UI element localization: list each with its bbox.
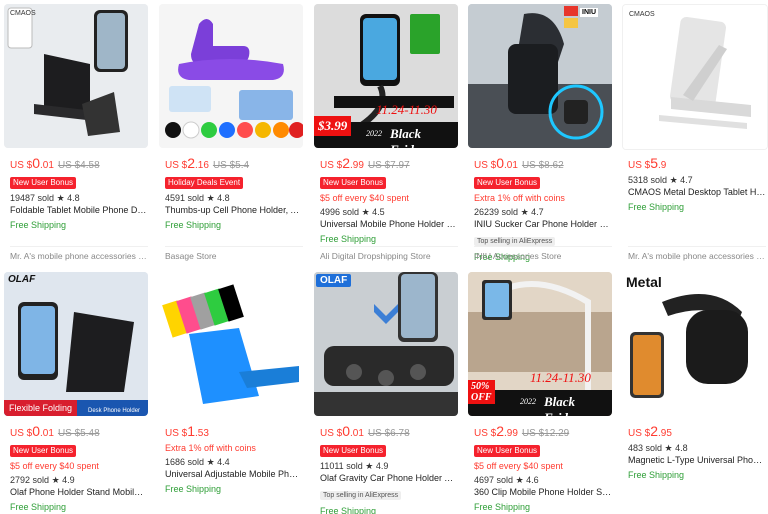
product-card[interactable]: 50%OFF 11.24-11.30 2022 Black Friday US … <box>468 272 616 514</box>
sold-count: 1686 sold ★ 4.4 <box>165 457 230 467</box>
shipping-label: Free Shipping <box>320 506 377 514</box>
star-icon: ★ <box>56 193 65 203</box>
shipping-label: Free Shipping <box>10 220 67 230</box>
product-card[interactable]: OLAF Flexible Folding Desk Phone Holder … <box>4 272 152 514</box>
sold-count: 4591 sold ★ 4.8 <box>165 193 230 203</box>
product-card[interactable]: OLAF US $0.01 US $6.78 New User Bonus 110… <box>314 272 462 514</box>
star-icon: ★ <box>206 193 215 203</box>
product-image[interactable] <box>159 4 303 148</box>
star-icon: ★ <box>515 475 524 485</box>
brand-logo: OLAF <box>316 274 352 287</box>
image-caption: Metal <box>626 274 662 290</box>
product-card[interactable]: US $1.53 Extra 1% off with coins 1686 so… <box>159 272 307 514</box>
promo-text: $5 off every $40 spent <box>10 461 99 471</box>
price: US $2.99 US $12.29 <box>474 423 570 439</box>
sold-count: 26239 sold ★ 4.7 <box>474 207 544 217</box>
promo-badge: New User Bonus <box>474 445 541 457</box>
brand-logo: CMAOS <box>10 10 36 17</box>
store-link[interactable]: Basage Store <box>165 246 303 261</box>
product-image[interactable]: OLAF Flexible Folding Desk Phone Holder <box>4 272 148 416</box>
star-icon: ★ <box>520 207 529 217</box>
price: US $2.95 <box>628 423 672 439</box>
price: US $0.01 US $4.58 <box>10 155 100 171</box>
star-icon: ★ <box>361 207 370 217</box>
promo-text: $5 off every $40 spent <box>474 461 563 471</box>
shipping-label: Free Shipping <box>165 484 222 494</box>
price: US $0.01 US $5.48 <box>10 423 100 439</box>
sold-count: 5318 sold ★ 4.7 <box>628 175 693 185</box>
price: US $2.16 US $5.4 <box>165 155 250 171</box>
star-icon: ★ <box>365 461 374 471</box>
promo-text: $5 off every $40 spent <box>320 193 409 203</box>
product-image[interactable]: CMAOS <box>622 4 768 150</box>
brand-logo: CMAOS <box>629 11 655 18</box>
product-title[interactable]: Thumbs-up Cell Phone Holder, Adjustable <box>165 204 303 216</box>
product-image[interactable] <box>159 272 303 416</box>
brand-logo: OLAF <box>8 274 36 285</box>
product-title[interactable]: INIU Sucker Car Phone Holder Mount <box>474 218 612 230</box>
shipping-label: Free Shipping <box>320 234 377 244</box>
store-link[interactable]: Mr. A's mobile phone accessories Store <box>628 246 766 261</box>
price: US $2.99 US $7.97 <box>320 155 410 171</box>
product-title[interactable]: Olaf Phone Holder Stand Mobile Smartphon… <box>10 486 148 498</box>
sold-count: 483 sold ★ 4.8 <box>628 443 688 453</box>
shipping-label: Free Shipping <box>474 502 531 512</box>
product-title[interactable]: 360 Clip Mobile Phone Holder Stand <box>474 486 612 498</box>
product-title[interactable]: Magnetic L-Type Universal Phone Holder <box>628 454 766 466</box>
price: US $0.01 US $6.78 <box>320 423 410 439</box>
black-friday-banner: $3.99 11.24-11.30 2022 Black Friday <box>314 102 458 148</box>
product-grid: CMAOS US $0.01 US $4.58 New User Bonus 19… <box>0 0 768 514</box>
promo-badge: New User Bonus <box>474 177 541 189</box>
product-title[interactable]: Universal Adjustable Mobile Phone Stand <box>165 468 303 480</box>
promo-badge: New User Bonus <box>10 445 77 457</box>
shipping-label: Free Shipping <box>628 202 685 212</box>
sold-count: 19487 sold ★ 4.8 <box>10 193 80 203</box>
product-title[interactable]: Foldable Tablet Mobile Phone Desk Stand <box>10 204 148 216</box>
shipping-label: Free Shipping <box>165 220 222 230</box>
promo-badge: New User Bonus <box>320 445 387 457</box>
price: US $0.01 US $8.62 <box>474 155 564 171</box>
shipping-label: Free Shipping <box>10 502 67 512</box>
price: US $5.9 <box>628 155 667 171</box>
product-card[interactable]: CMAOS US $5.9 5318 sold ★ 4.7 CMAOS Meta… <box>622 4 768 262</box>
brand-logo: INIU <box>580 8 598 17</box>
star-icon: ★ <box>51 475 60 485</box>
top-selling-tag: Top selling in AliExpress <box>474 237 556 246</box>
promo-text: Extra 1% off with coins <box>474 193 565 203</box>
star-icon: ★ <box>206 457 215 467</box>
promo-badge: Holiday Deals Event <box>165 177 244 189</box>
store-link[interactable]: INIU Accessories Store <box>474 246 612 261</box>
price: US $1.53 <box>165 423 209 439</box>
product-image[interactable]: OLAF <box>314 272 458 416</box>
star-icon: ★ <box>669 175 678 185</box>
sold-count: 4697 sold ★ 4.6 <box>474 475 539 485</box>
product-image[interactable]: Metal <box>622 272 766 416</box>
product-card[interactable]: $3.99 11.24-11.30 2022 Black Friday US $… <box>314 4 462 262</box>
promo-badge: New User Bonus <box>10 177 77 189</box>
star-icon: ★ <box>664 443 673 453</box>
store-link[interactable]: Ali Digital Dropshipping Store <box>320 246 458 261</box>
product-image[interactable]: INIU <box>468 4 612 148</box>
product-card[interactable]: INIU US $0.01 US $8.62 New User Bonus Ext… <box>468 4 616 262</box>
product-card[interactable]: Metal US $2.95 483 sold ★ 4.8 Magnetic L… <box>622 272 768 514</box>
promo-badge: New User Bonus <box>320 177 387 189</box>
black-friday-banner: 50%OFF 11.24-11.30 2022 Black Friday <box>468 370 612 416</box>
shipping-label: Free Shipping <box>628 470 685 480</box>
image-caption: Flexible Folding <box>4 400 78 416</box>
product-image[interactable]: 50%OFF 11.24-11.30 2022 Black Friday <box>468 272 612 416</box>
promo-text: Extra 1% off with coins <box>165 443 256 453</box>
top-selling-tag: Top selling in AliExpress <box>320 491 402 500</box>
store-link[interactable]: Mr. A's mobile phone accessories Store <box>10 246 148 261</box>
product-image[interactable]: CMAOS <box>4 4 148 148</box>
sold-count: 2792 sold ★ 4.9 <box>10 475 75 485</box>
product-card[interactable]: CMAOS US $0.01 US $4.58 New User Bonus 19… <box>4 4 152 262</box>
product-title[interactable]: CMAOS Metal Desktop Tablet Holder <box>628 186 766 198</box>
product-image[interactable]: $3.99 11.24-11.30 2022 Black Friday <box>314 4 458 148</box>
product-card[interactable]: US $2.16 US $5.4 Holiday Deals Event 4591… <box>159 4 307 262</box>
product-title[interactable]: Universal Mobile Phone Holder Flexible <box>320 218 458 230</box>
sold-count: 4996 sold ★ 4.5 <box>320 207 385 217</box>
product-title[interactable]: Olaf Gravity Car Phone Holder Air Vent <box>320 472 458 484</box>
sold-count: 11011 sold ★ 4.9 <box>320 461 389 471</box>
